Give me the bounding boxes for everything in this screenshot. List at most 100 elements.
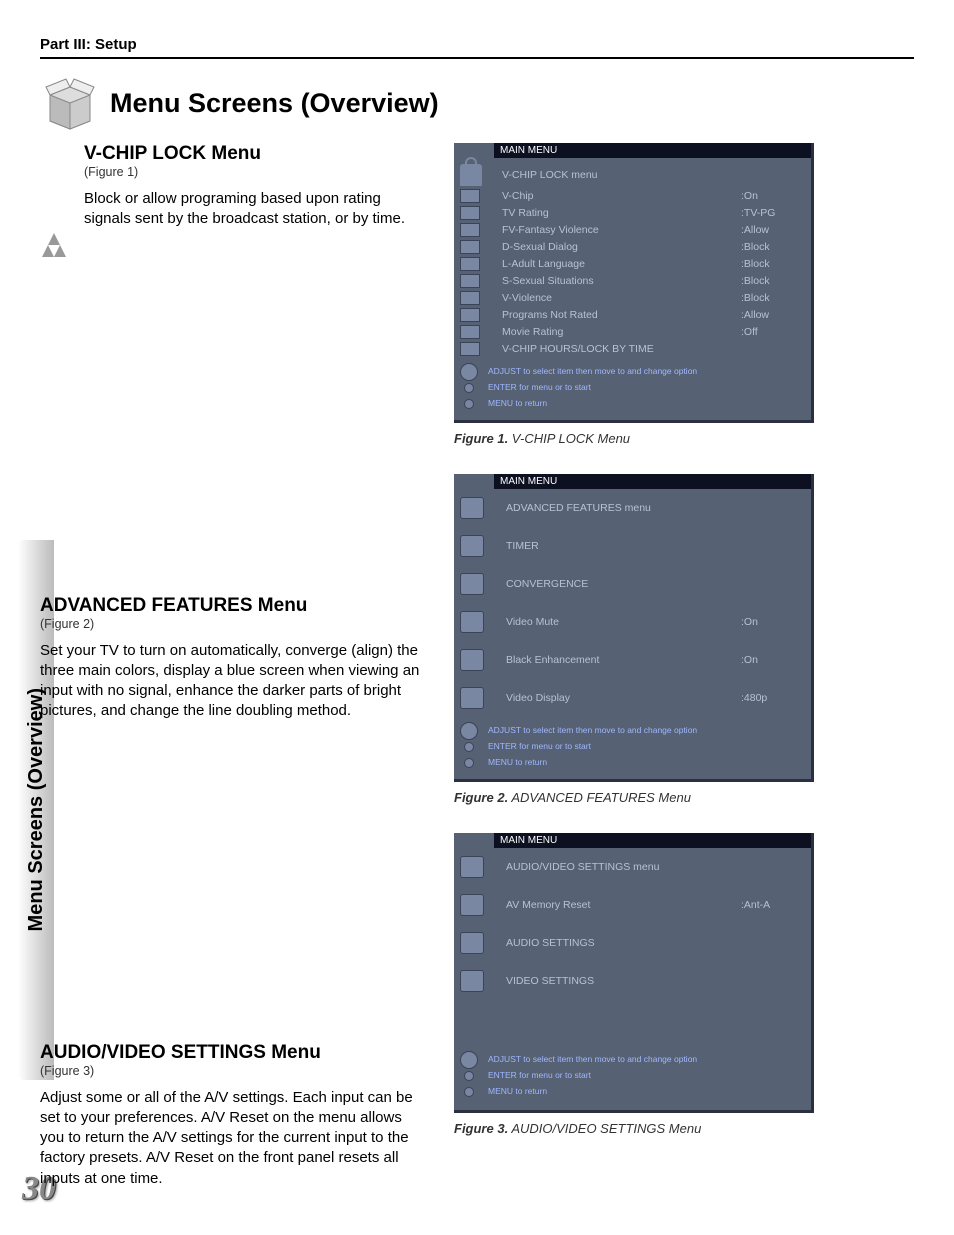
menu-item[interactable]: Video Mute:On — [454, 603, 811, 641]
menu-item-icon — [460, 189, 480, 203]
menu-item[interactable]: FV-Fantasy Violence:Allow — [454, 222, 811, 239]
open-box-icon — [40, 73, 100, 133]
menu-item-icon — [460, 649, 484, 671]
menu-item[interactable]: VIDEO SETTINGS — [454, 962, 811, 1000]
menu-item-value: :On — [741, 190, 801, 202]
menu-item-label: V-Chip — [502, 190, 741, 202]
menu-item-label: Black Enhancement — [506, 654, 741, 666]
dpad-icon — [460, 1051, 478, 1069]
advanced-body: Set your TV to turn on automatically, co… — [40, 641, 430, 722]
menu-subtitle: AUDIO/VIDEO SETTINGS menu — [506, 861, 801, 873]
menu-item-label: L-Adult Language — [502, 258, 741, 270]
av-heading: AUDIO/VIDEO SETTINGS Menu — [40, 1042, 430, 1064]
menu-item-icon — [460, 611, 484, 633]
button-icon — [464, 1071, 474, 1081]
menu-item-value: :Block — [741, 292, 801, 304]
menu-item[interactable]: V-Violence:Block — [454, 290, 811, 307]
menu-item-icon — [460, 970, 484, 992]
menu-item-icon — [460, 274, 480, 288]
menu-item-value: :On — [741, 616, 801, 628]
menu-item-label: TV Rating — [502, 207, 741, 219]
menu-item-icon — [460, 894, 484, 916]
section-advanced: ADVANCED FEATURES Menu (Figure 2) Set yo… — [40, 595, 430, 722]
menu-item-label: VIDEO SETTINGS — [506, 975, 741, 987]
dpad-icon — [460, 722, 478, 740]
menu-item-icon — [460, 206, 480, 220]
menu-item[interactable]: V-CHIP HOURS/LOCK BY TIME — [454, 341, 811, 358]
hint-adjust: ADJUST to select item then move to and c… — [488, 726, 697, 736]
menu-item[interactable]: Video Display:480p — [454, 679, 811, 717]
menu-item-icon — [460, 535, 484, 557]
menu-item-label: Video Mute — [506, 616, 741, 628]
figure-3-caption: Figure 3. AUDIO/VIDEO SETTINGS Menu — [454, 1121, 914, 1136]
menu-item[interactable]: Movie Rating:Off — [454, 324, 811, 341]
section-av: AUDIO/VIDEO SETTINGS Menu (Figure 3) Adj… — [40, 1042, 430, 1189]
menu-item[interactable]: AV Memory Reset:Ant-A — [454, 886, 811, 924]
menu-subtitle: ADVANCED FEATURES menu — [506, 502, 801, 514]
menu-item-label: Video Display — [506, 692, 741, 704]
menu-item-value: :Allow — [741, 309, 801, 321]
menu-item-icon — [460, 687, 484, 709]
advanced-heading: ADVANCED FEATURES Menu — [40, 595, 430, 617]
menu-item-label: TIMER — [506, 540, 741, 552]
menu-icon — [460, 856, 484, 878]
menu-item-label: V-Violence — [502, 292, 741, 304]
menu-item[interactable]: V-Chip:On — [454, 188, 811, 205]
menu-item[interactable]: Black Enhancement:On — [454, 641, 811, 679]
menu-item-label: S-Sexual Situations — [502, 275, 741, 287]
part-header: Part III: Setup — [40, 36, 914, 59]
hint-enter: ENTER for menu or to start — [488, 383, 591, 393]
menu-item-label: Movie Rating — [502, 326, 741, 338]
button-icon — [464, 383, 474, 393]
menu-item[interactable]: AUDIO SETTINGS — [454, 924, 811, 962]
hint-menu: MENU to return — [488, 1087, 547, 1097]
menu-item[interactable]: TV Rating:TV-PG — [454, 205, 811, 222]
menu-item-value: :Block — [741, 258, 801, 270]
menu-item-icon — [460, 308, 480, 322]
menu-item-icon — [460, 240, 480, 254]
button-icon — [464, 742, 474, 752]
menu-item-icon — [460, 291, 480, 305]
hint-menu: MENU to return — [488, 758, 547, 768]
button-icon — [464, 399, 474, 409]
menu-item[interactable]: D-Sexual Dialog:Block — [454, 239, 811, 256]
menu-item-label: FV-Fantasy Violence — [502, 224, 741, 236]
menu-item[interactable]: Programs Not Rated:Allow — [454, 307, 811, 324]
vchip-heading: V-CHIP LOCK Menu — [84, 143, 430, 165]
menu-item-value: :Allow — [741, 224, 801, 236]
hint-enter: ENTER for menu or to start — [488, 742, 591, 752]
mitsubishi-logo-icon — [34, 231, 74, 271]
section-vchip: V-CHIP LOCK Menu (Figure 1) Block or all… — [84, 143, 430, 230]
menu-title: MAIN MENU — [494, 474, 811, 489]
menu-item-value: :Off — [741, 326, 801, 338]
hint-block: ADJUST to select item then move to and c… — [454, 717, 811, 779]
menu-item-value: :TV-PG — [741, 207, 801, 219]
vchip-body: Block or allow programing based upon rat… — [84, 189, 430, 230]
menu-item-icon — [460, 257, 480, 271]
menu-item-value: :Ant-A — [741, 899, 801, 911]
menu-item-icon — [460, 573, 484, 595]
menu-item-icon — [460, 325, 480, 339]
figure-3-screenshot: MAIN MENU AUDIO/VIDEO SETTINGS menu AV M… — [454, 833, 814, 1113]
page-title: Menu Screens (Overview) — [110, 88, 439, 119]
menu-item[interactable]: TIMER — [454, 527, 811, 565]
menu-icon — [460, 497, 484, 519]
figure-1-caption: Figure 1. V-CHIP LOCK Menu — [454, 431, 914, 446]
vchip-figref: (Figure 1) — [84, 165, 430, 179]
menu-item[interactable]: S-Sexual Situations:Block — [454, 273, 811, 290]
menu-item-label: V-CHIP HOURS/LOCK BY TIME — [502, 343, 741, 355]
figure-2-caption: Figure 2. ADVANCED FEATURES Menu — [454, 790, 914, 805]
hint-menu: MENU to return — [488, 399, 547, 409]
menu-item[interactable]: CONVERGENCE — [454, 565, 811, 603]
menu-item[interactable]: L-Adult Language:Block — [454, 256, 811, 273]
menu-item-value: :480p — [741, 692, 801, 704]
hint-block: ADJUST to select item then move to and c… — [454, 1046, 703, 1108]
menu-subtitle: V-CHIP LOCK menu — [502, 169, 801, 181]
menu-item-label: AUDIO SETTINGS — [506, 937, 741, 949]
menu-title: MAIN MENU — [494, 833, 811, 848]
menu-item-icon — [460, 932, 484, 954]
menu-item-icon — [460, 342, 480, 356]
button-icon — [464, 1087, 474, 1097]
dpad-icon — [460, 363, 478, 381]
menu-item-value: :Block — [741, 241, 801, 253]
